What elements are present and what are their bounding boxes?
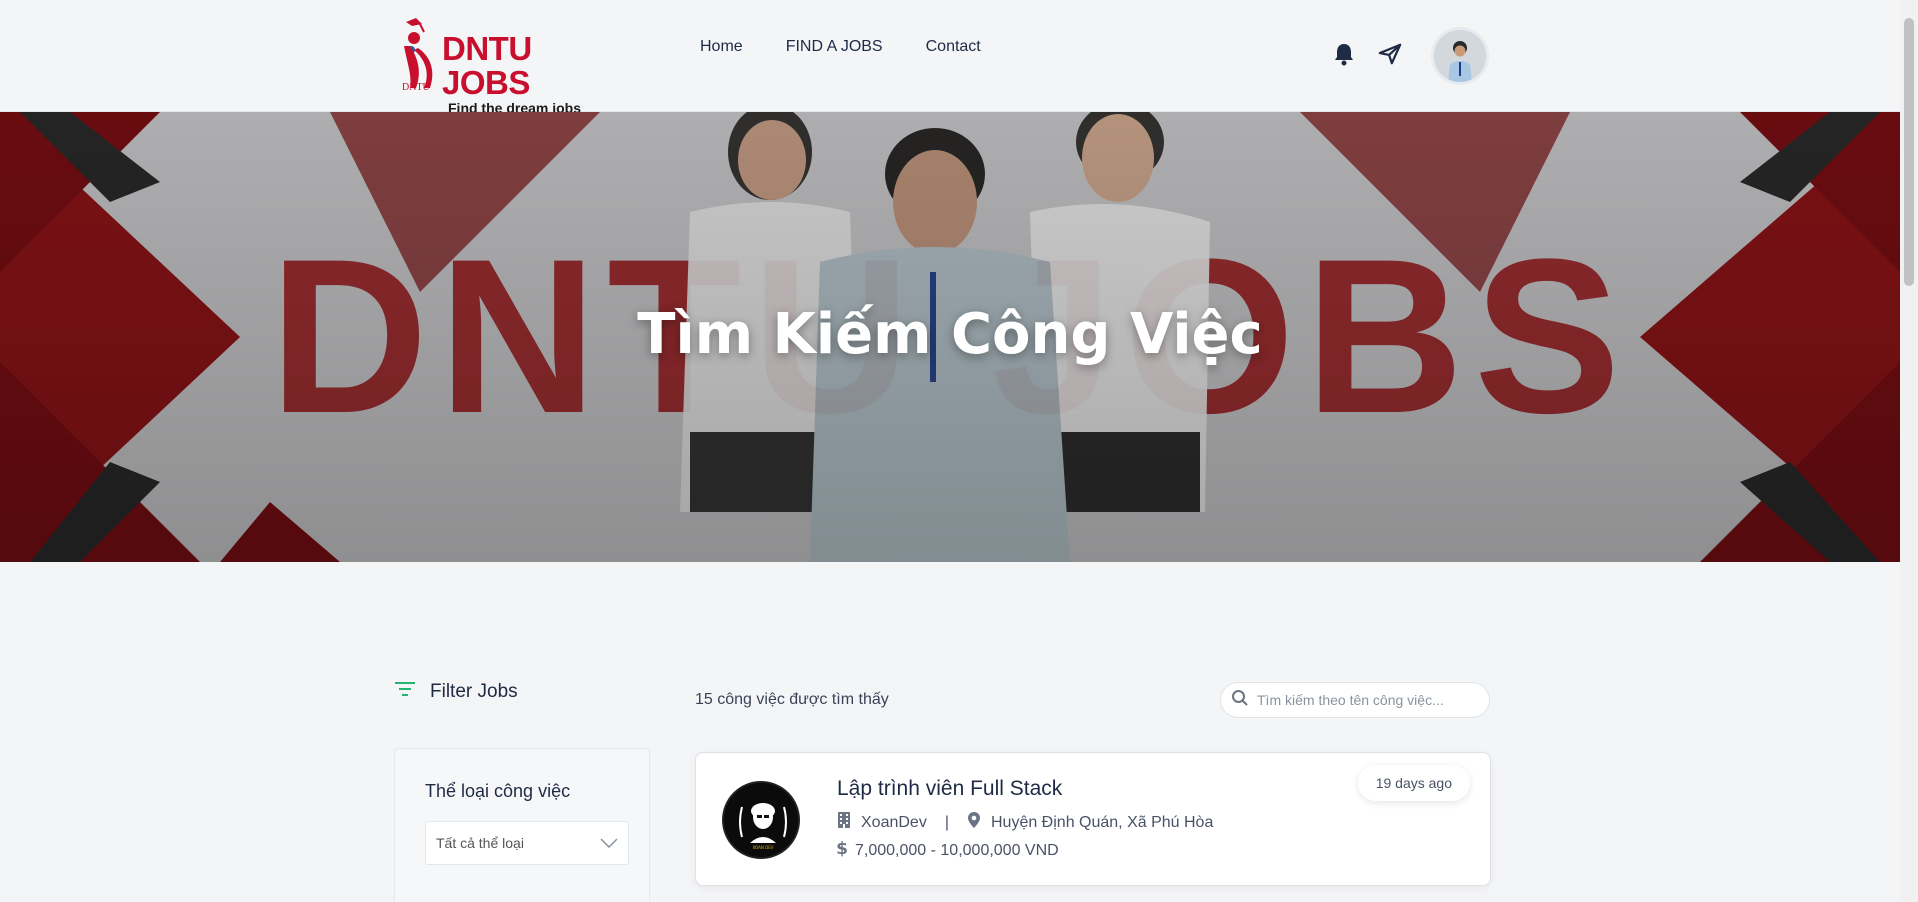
category-selected-value: Tất cả thể loại xyxy=(436,835,524,851)
brand-logo[interactable]: DNTU DNTU JOBS Find the dream jobs xyxy=(400,16,600,116)
scrollbar-thumb[interactable] xyxy=(1904,18,1914,286)
search-input[interactable] xyxy=(1257,692,1477,708)
svg-text:$: $ xyxy=(837,839,847,857)
svg-text:XOAN DEV: XOAN DEV xyxy=(753,845,774,850)
results-count: 15 công việc được tìm thấy xyxy=(695,691,889,708)
job-salary: 7,000,000 - 10,000,000 VND xyxy=(855,841,1059,859)
posted-badge: 19 days ago xyxy=(1357,765,1470,801)
filter-icon xyxy=(394,680,416,703)
bell-icon[interactable] xyxy=(1332,42,1356,66)
filter-title: Filter Jobs xyxy=(430,680,518,702)
site-header: DNTU DNTU JOBS Find the dream jobs Home … xyxy=(0,0,1900,116)
logo-dntu-text: DNTU xyxy=(402,82,430,93)
category-label: Thể loại công việc xyxy=(425,781,571,801)
job-location: Huyện Định Quán, Xã Phú Hòa xyxy=(990,813,1214,831)
job-title[interactable]: Lập trình viên Full Stack xyxy=(837,777,1062,801)
job-search[interactable] xyxy=(1220,682,1490,718)
brand-title: DNTU JOBS xyxy=(442,30,532,101)
hero-title: Tìm Kiếm Công Việc xyxy=(637,302,1263,367)
hero-banner: DNTU JOBS Tìm Kiếm Công Việc xyxy=(0,112,1900,562)
nav-find-jobs[interactable]: FIND A JOBS xyxy=(786,38,883,56)
job-card[interactable]: XOAN DEV Lập trình viên Full Stack XoanD… xyxy=(695,752,1491,886)
nav-contact[interactable]: Contact xyxy=(926,38,981,56)
job-salary-row: $ 7,000,000 - 10,000,000 VND xyxy=(836,839,1059,862)
page-scrollbar[interactable] xyxy=(1900,0,1918,902)
filter-heading: Filter Jobs xyxy=(394,680,518,703)
send-icon[interactable] xyxy=(1378,42,1402,66)
building-icon xyxy=(837,811,851,834)
main-nav: Home FIND A JOBS Contact xyxy=(700,38,981,56)
header-actions xyxy=(1332,42,1402,66)
logo-mark-icon: DNTU xyxy=(400,16,438,96)
company-logo: XOAN DEV xyxy=(722,781,800,859)
dollar-icon: $ xyxy=(836,839,848,862)
company-name: XoanDev xyxy=(861,813,927,831)
location-pin-icon xyxy=(967,811,981,834)
category-select[interactable]: Tất cả thể loại xyxy=(425,821,629,865)
search-icon xyxy=(1231,689,1249,712)
job-meta: XoanDev | Huyện Định Quán, Xã Phú Hòa xyxy=(837,811,1213,834)
filter-panel: Thể loại công việc Tất cả thể loại xyxy=(394,748,650,902)
meta-separator: | xyxy=(944,813,949,831)
nav-home[interactable]: Home xyxy=(700,38,743,56)
chevron-down-icon xyxy=(600,835,618,851)
user-avatar[interactable] xyxy=(1434,30,1486,82)
